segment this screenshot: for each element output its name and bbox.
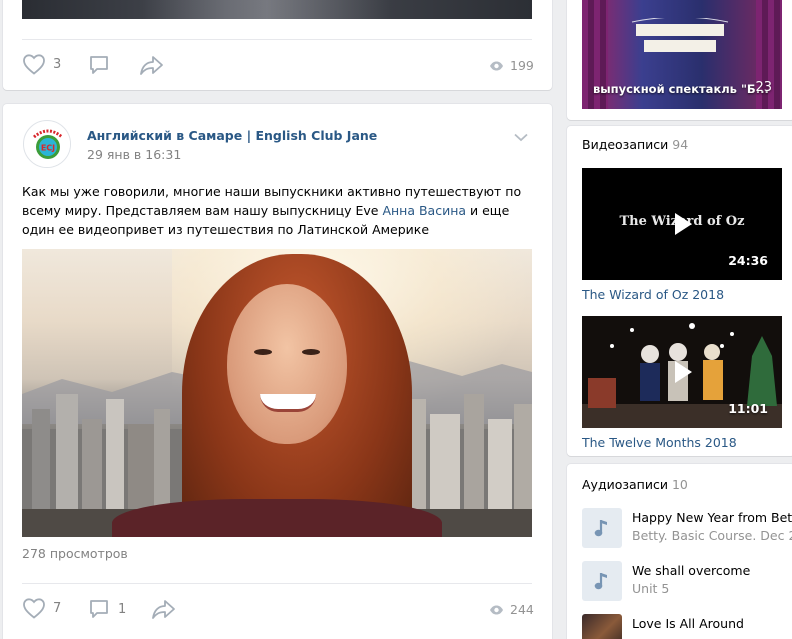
audio-item[interactable]: Happy New Year from Betty Betty. Basic C… xyxy=(582,508,792,548)
like-button[interactable]: 3 xyxy=(22,53,61,75)
avatar[interactable]: ECJ xyxy=(23,120,71,168)
comment-button[interactable] xyxy=(88,54,110,76)
audio-card: Аудиозаписи 10 Happy New Year from Betty … xyxy=(567,464,792,639)
divider xyxy=(22,583,532,584)
videos-header-label: Видеозаписи xyxy=(582,137,669,152)
author-name[interactable]: Английский в Самаре | English Club Jane xyxy=(87,128,377,143)
comment-icon xyxy=(90,56,108,74)
audio-header-label: Аудиозаписи xyxy=(582,477,668,492)
like-button[interactable]: 7 xyxy=(22,597,61,619)
like-count: 7 xyxy=(53,600,62,616)
person-shirt xyxy=(112,499,442,537)
divider xyxy=(22,39,532,40)
audio-title: Happy New Year from Betty xyxy=(632,510,792,525)
audio-artist[interactable]: Unit 5 xyxy=(632,581,792,596)
videos-card: Видеозаписи 94 The Wizard of Oz 24:36 The… xyxy=(567,126,792,456)
audio-title: Love Is All Around xyxy=(632,616,744,631)
comment-icon xyxy=(90,600,108,618)
person-face xyxy=(227,284,347,444)
stage-banner xyxy=(631,18,729,52)
video-title[interactable]: The Twelve Months 2018 xyxy=(582,435,737,450)
video-thumbnail[interactable]: The Wizard of Oz 24:36 xyxy=(582,168,782,280)
video-thumbnail[interactable]: 11:01 xyxy=(582,316,782,428)
heart-icon xyxy=(23,598,45,619)
audio-cover[interactable] xyxy=(582,614,622,639)
album-caption: выпускной спектакль "Б... xyxy=(593,82,769,96)
post-text: Как мы уже говорили, многие наши выпускн… xyxy=(22,182,537,239)
post-card: ECJ Английский в Самаре | English Club J… xyxy=(3,104,552,639)
audio-cover[interactable] xyxy=(582,561,622,601)
post-video[interactable] xyxy=(22,249,532,537)
views-count: 244 xyxy=(510,602,534,617)
audio-count: 10 xyxy=(671,477,688,492)
share-button[interactable] xyxy=(139,54,165,76)
eye-icon xyxy=(490,61,503,70)
play-icon xyxy=(675,361,692,383)
audio-item[interactable]: Love Is All Around xyxy=(582,614,792,639)
post-date[interactable]: 29 янв в 16:31 xyxy=(87,147,181,162)
audio-title: We shall overcome xyxy=(632,563,751,578)
photo-album-card: выпускной спектакль "Б... 23 xyxy=(567,0,792,120)
post-menu-button[interactable] xyxy=(514,131,528,146)
video-views-text: 278 просмотров xyxy=(22,546,128,561)
audio-header[interactable]: Аудиозаписи 10 xyxy=(582,477,688,492)
views-counter: 244 xyxy=(489,602,534,617)
chevron-down-icon xyxy=(514,133,528,142)
club-logo: ECJ xyxy=(25,122,70,167)
views-count: 199 xyxy=(510,58,534,73)
post-media[interactable] xyxy=(22,0,532,19)
comment-count: 1 xyxy=(118,601,127,617)
share-icon xyxy=(152,600,175,619)
share-icon xyxy=(140,56,163,75)
music-note-icon xyxy=(594,573,607,590)
album-photo-count: 23 xyxy=(755,80,772,95)
comment-button[interactable]: 1 xyxy=(88,598,126,620)
video-title[interactable]: The Wizard of Oz 2018 xyxy=(582,287,724,302)
eye xyxy=(302,349,320,355)
mention-link[interactable]: Анна Васина xyxy=(382,203,466,218)
audio-item[interactable]: We shall overcome Unit 5 xyxy=(582,561,792,601)
video-duration: 11:01 xyxy=(728,401,768,416)
video-duration: 24:36 xyxy=(728,253,768,268)
videos-header[interactable]: Видеозаписи 94 xyxy=(582,137,688,152)
audio-artist[interactable]: Betty. Basic Course. Dec 2 xyxy=(632,528,792,543)
post-card: 3 199 xyxy=(3,0,552,90)
eye-icon xyxy=(490,605,503,614)
music-note-icon xyxy=(594,520,607,537)
views-counter: 199 xyxy=(489,58,534,73)
heart-icon xyxy=(23,54,45,75)
play-icon xyxy=(675,213,692,235)
videos-count: 94 xyxy=(672,137,689,152)
share-button[interactable] xyxy=(151,598,177,620)
svg-text:ECJ: ECJ xyxy=(41,144,55,153)
eye xyxy=(254,349,272,355)
like-count: 3 xyxy=(53,56,62,72)
album-thumbnail[interactable]: выпускной спектакль "Б... 23 xyxy=(582,0,782,109)
audio-cover[interactable] xyxy=(582,508,622,548)
